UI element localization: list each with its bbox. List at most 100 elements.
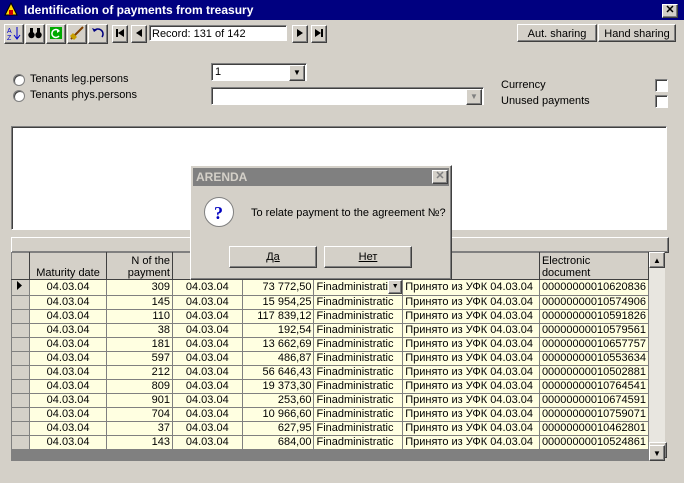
row-indicator[interactable] (11, 379, 30, 394)
cell-payer[interactable]: Finadministratic (313, 337, 404, 352)
first-record-icon[interactable] (112, 25, 128, 43)
cell-comment[interactable]: Принято из УФК 04.03.04 (402, 435, 540, 450)
close-icon[interactable]: ✕ (432, 170, 448, 184)
cell-electronic-document[interactable]: 00000000010462801 (538, 421, 649, 436)
cell-comment[interactable]: Принято из УФК 04.03.04 (402, 365, 540, 380)
cell-payer[interactable]: Finadministratic (313, 421, 404, 436)
cell-comment[interactable]: Принято из УФК 04.03.04 (402, 323, 540, 338)
table-row[interactable]: 04.03.04 37 04.03.04 627,95 Finadministratic… (11, 421, 649, 436)
sort-icon[interactable]: AZ (4, 24, 24, 44)
cell-electronic-document[interactable]: 00000000010591826 (538, 309, 649, 324)
cell-date[interactable]: 04.03.04 (171, 365, 243, 380)
cell-maturity-date[interactable]: 04.03.04 (28, 435, 108, 450)
row-indicator[interactable] (11, 435, 30, 450)
cell-sum[interactable]: 684,00 (241, 435, 315, 450)
cell-payment-number[interactable]: 143 (106, 435, 173, 450)
cell-date[interactable]: 04.03.04 (171, 407, 243, 422)
aut-sharing-button[interactable]: Aut. sharing (517, 24, 597, 42)
yes-button[interactable]: Да (229, 246, 317, 268)
cell-payer[interactable]: Finadministratic ▼ (313, 279, 404, 296)
hand-sharing-button[interactable]: Hand sharing (598, 24, 676, 42)
cell-sum[interactable]: 627,95 (241, 421, 315, 436)
cell-comment[interactable]: Принято из УФК 04.03.04 (402, 379, 540, 394)
table-row[interactable]: 04.03.04 809 04.03.04 19 373,30 Finadministr… (11, 379, 649, 394)
table-row[interactable]: 04.03.04 597 04.03.04 486,87 Finadministrati… (11, 351, 649, 366)
cell-date[interactable]: 04.03.04 (171, 421, 243, 436)
cell-comment[interactable]: Принято из УФК 04.03.04 (402, 407, 540, 422)
cell-comment[interactable]: Принято из УФК 04.03.04 (402, 309, 540, 324)
col-maturity-date[interactable]: Maturity date (28, 252, 108, 280)
cell-payment-number[interactable]: 597 (106, 351, 173, 366)
cell-electronic-document[interactable]: 00000000010553634 (538, 351, 649, 366)
cell-sum[interactable]: 10 966,60 (241, 407, 315, 422)
row-indicator[interactable] (11, 393, 30, 408)
cell-sum[interactable]: 486,87 (241, 351, 315, 366)
cell-payer[interactable]: Finadministratic (313, 309, 404, 324)
row-indicator[interactable] (11, 309, 30, 324)
row-indicator[interactable] (11, 421, 30, 436)
cell-electronic-document[interactable]: 00000000010524861 (538, 435, 649, 450)
table-row[interactable]: 04.03.04 901 04.03.04 253,60 Finadministrati… (11, 393, 649, 408)
radio-phys-persons[interactable] (13, 90, 25, 102)
row-indicator[interactable] (11, 279, 30, 296)
cell-electronic-document[interactable]: 00000000010674591 (538, 393, 649, 408)
scroll-down-icon[interactable]: ▼ (649, 445, 665, 461)
table-row[interactable]: 04.03.04 145 04.03.04 15 954,25 Finadministr… (11, 295, 649, 310)
cell-payer[interactable]: Finadministratic (313, 435, 404, 450)
cell-maturity-date[interactable]: 04.03.04 (28, 365, 108, 380)
close-icon[interactable]: ✕ (662, 4, 678, 18)
cell-payment-number[interactable]: 809 (106, 379, 173, 394)
prev-record-icon[interactable] (131, 25, 147, 43)
cell-maturity-date[interactable]: 04.03.04 (28, 421, 108, 436)
cell-payment-number[interactable]: 901 (106, 393, 173, 408)
cell-sum[interactable]: 117 839,12 (241, 309, 315, 324)
radio-leg-persons[interactable] (13, 74, 25, 86)
col-payment-number[interactable]: N of the payment (106, 252, 173, 280)
cell-comment[interactable]: Принято из УФК 04.03.04 (402, 337, 540, 352)
cell-payer[interactable]: Finadministratic (313, 407, 404, 422)
cell-payer[interactable]: Finadministratic (313, 393, 404, 408)
cell-maturity-date[interactable]: 04.03.04 (28, 379, 108, 394)
cell-date[interactable]: 04.03.04 (171, 379, 243, 394)
cell-electronic-document[interactable]: 00000000010759071 (538, 407, 649, 422)
row-indicator[interactable] (11, 337, 30, 352)
cell-payment-number[interactable]: 110 (106, 309, 173, 324)
row-indicator[interactable] (11, 351, 30, 366)
cell-date[interactable]: 04.03.04 (171, 337, 243, 352)
filter-broom-icon[interactable] (67, 24, 87, 44)
cell-date[interactable]: 04.03.04 (171, 393, 243, 408)
cell-date[interactable]: 04.03.04 (171, 295, 243, 310)
cell-electronic-document[interactable]: 00000000010502881 (538, 365, 649, 380)
cell-comment[interactable]: Принято из УФК 04.03.04 (402, 393, 540, 408)
cell-payment-number[interactable]: 37 (106, 421, 173, 436)
cell-maturity-date[interactable]: 04.03.04 (28, 407, 108, 422)
cell-date[interactable]: 04.03.04 (171, 351, 243, 366)
cell-electronic-document[interactable]: 00000000010574906 (538, 295, 649, 310)
table-row[interactable]: 04.03.04 38 04.03.04 192,54 Finadministratic… (11, 323, 649, 338)
table-row[interactable]: 04.03.04 143 04.03.04 684,00 Finadministrati… (11, 435, 649, 450)
cell-date[interactable]: 04.03.04 (171, 323, 243, 338)
cell-payment-number[interactable]: 212 (106, 365, 173, 380)
find-binoculars-icon[interactable] (25, 24, 45, 44)
unused-payments-checkbox[interactable] (655, 95, 668, 108)
chevron-down-icon[interactable]: ▼ (388, 280, 402, 294)
cell-date[interactable]: 04.03.04 (171, 309, 243, 324)
cell-sum[interactable]: 13 662,69 (241, 337, 315, 352)
last-record-icon[interactable] (311, 25, 327, 43)
cell-sum[interactable]: 192,54 (241, 323, 315, 338)
cell-payment-number[interactable]: 309 (106, 279, 173, 296)
cell-comment[interactable]: Принято из УФК 04.03.04 (402, 295, 540, 310)
payments-grid[interactable]: Maturity date N of thepayment nt Electro… (11, 252, 649, 461)
cell-maturity-date[interactable]: 04.03.04 (28, 351, 108, 366)
cell-sum[interactable]: 73 772,50 (241, 279, 315, 296)
cell-electronic-document[interactable]: 00000000010579561 (538, 323, 649, 338)
cell-comment[interactable]: Принято из УФК 04.03.04 (402, 421, 540, 436)
table-row[interactable]: 04.03.04 309 04.03.04 73 772,50 Finadministr… (11, 279, 649, 296)
cell-payment-number[interactable]: 145 (106, 295, 173, 310)
chevron-down-icon[interactable]: ▼ (466, 89, 482, 105)
cell-payer[interactable]: Finadministratic (313, 323, 404, 338)
table-row[interactable]: 04.03.04 181 04.03.04 13 662,69 Finadministr… (11, 337, 649, 352)
tenant-combo[interactable]: ▼ (211, 87, 484, 105)
table-row[interactable]: 04.03.04 704 04.03.04 10 966,60 Finadministr… (11, 407, 649, 422)
cell-electronic-document[interactable]: 00000000010620836 (538, 279, 649, 296)
